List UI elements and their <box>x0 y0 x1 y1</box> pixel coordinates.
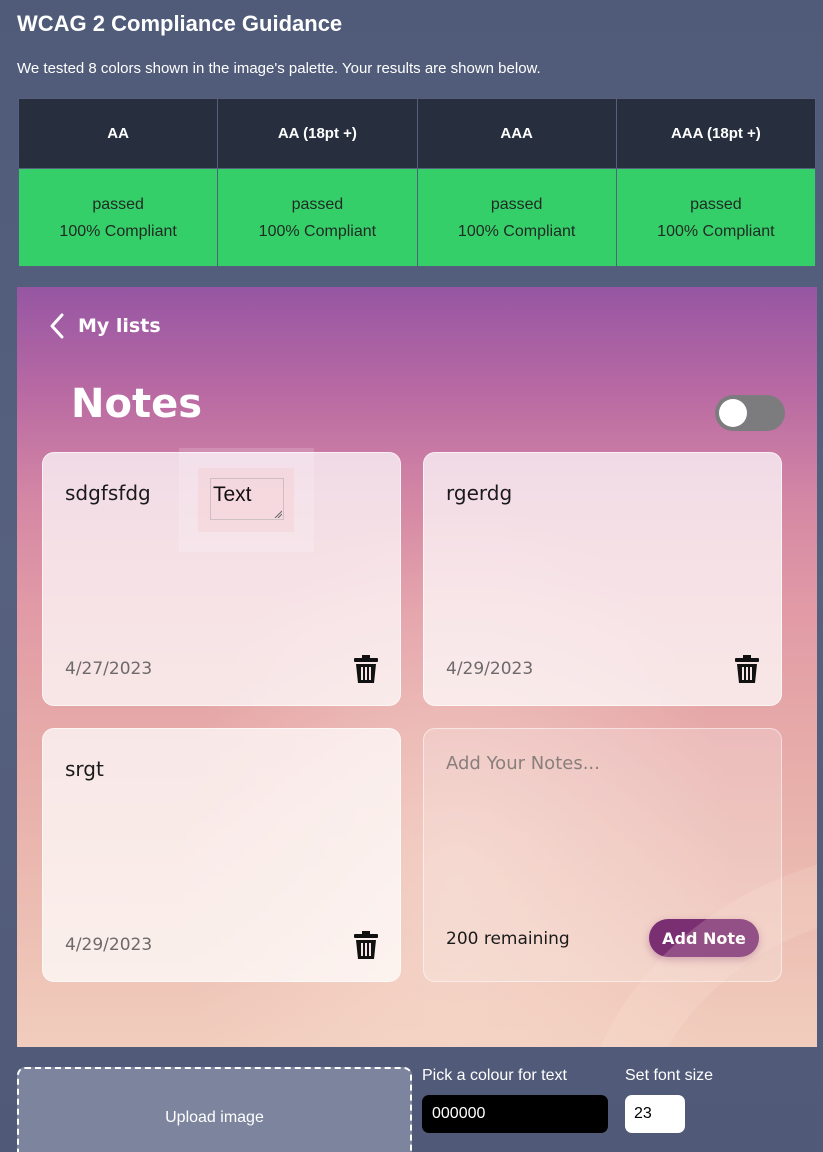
preview-image: My lists Notes sdgfsfdg 4/27/2023 rgerdg… <box>17 287 817 1047</box>
column-header-aaa: AAA <box>416 98 617 169</box>
note-text: rgerdg <box>446 481 513 505</box>
compliance-result-row: passed 100% Compliant passed 100% Compli… <box>17 168 817 267</box>
result-cell-aa: passed 100% Compliant <box>17 168 219 267</box>
note-date: 4/29/2023 <box>446 659 534 679</box>
result-status: passed <box>690 195 742 213</box>
note-card: rgerdg 4/29/2023 <box>423 452 782 706</box>
result-percent: 100% Compliant <box>258 222 377 240</box>
result-cell-aa-large: passed 100% Compliant <box>217 168 418 267</box>
text-color-input[interactable] <box>422 1095 608 1133</box>
add-note-card: Add Your Notes... 200 remaining Add Note <box>423 728 782 982</box>
dark-mode-toggle[interactable] <box>715 395 785 431</box>
note-card: srgt 4/29/2023 <box>42 728 401 982</box>
text-color-label: Pick a colour for text <box>422 1067 567 1084</box>
note-date: 4/27/2023 <box>65 659 153 679</box>
upload-image-dropzone[interactable]: Upload image <box>17 1067 412 1152</box>
note-text: sdgfsfdg <box>65 481 151 505</box>
trash-icon[interactable] <box>354 931 378 959</box>
result-status: passed <box>291 195 344 213</box>
toggle-knob <box>719 399 747 427</box>
column-header-aa: AA <box>17 98 219 169</box>
overlay-text-field[interactable]: Text <box>210 478 284 520</box>
result-cell-aaa: passed 100% Compliant <box>416 168 617 267</box>
page-subtitle: We tested 8 colors shown in the image's … <box>17 60 541 77</box>
chevron-left-icon <box>50 313 64 339</box>
draggable-text-widget[interactable]: Text <box>179 448 314 552</box>
result-percent: 100% Compliant <box>457 222 576 240</box>
back-link-my-lists[interactable]: My lists <box>50 313 161 339</box>
overlay-text-value: Text <box>213 483 252 506</box>
result-status: passed <box>92 195 144 213</box>
font-size-input[interactable] <box>625 1095 685 1133</box>
result-percent: 100% Compliant <box>657 222 775 240</box>
result-percent: 100% Compliant <box>59 222 177 240</box>
notes-heading: Notes <box>71 381 203 427</box>
result-cell-aaa-large: passed 100% Compliant <box>615 168 817 267</box>
column-header-aaa-large: AAA (18pt +) <box>615 98 817 169</box>
resize-grip-icon[interactable] <box>274 510 282 518</box>
note-date: 4/29/2023 <box>65 935 153 955</box>
font-size-label: Set font size <box>625 1067 714 1084</box>
column-header-aa-large: AA (18pt +) <box>217 98 418 169</box>
back-link-label: My lists <box>78 315 161 337</box>
page-title: WCAG 2 Compliance Guidance <box>17 11 343 36</box>
text-widget-frame: Text <box>198 468 294 532</box>
trash-icon[interactable] <box>354 655 378 683</box>
trash-icon[interactable] <box>735 655 759 683</box>
characters-remaining: 200 remaining <box>446 929 570 949</box>
compliance-table: AA AA (18pt +) AAA AAA (18pt +) passed 1… <box>17 98 817 267</box>
compliance-header-row: AA AA (18pt +) AAA AAA (18pt +) <box>17 98 817 169</box>
result-status: passed <box>490 195 543 213</box>
upload-image-label: Upload image <box>165 1109 264 1126</box>
note-text: srgt <box>65 757 104 781</box>
add-note-textarea[interactable]: Add Your Notes... <box>446 753 600 774</box>
add-note-button[interactable]: Add Note <box>649 919 759 957</box>
